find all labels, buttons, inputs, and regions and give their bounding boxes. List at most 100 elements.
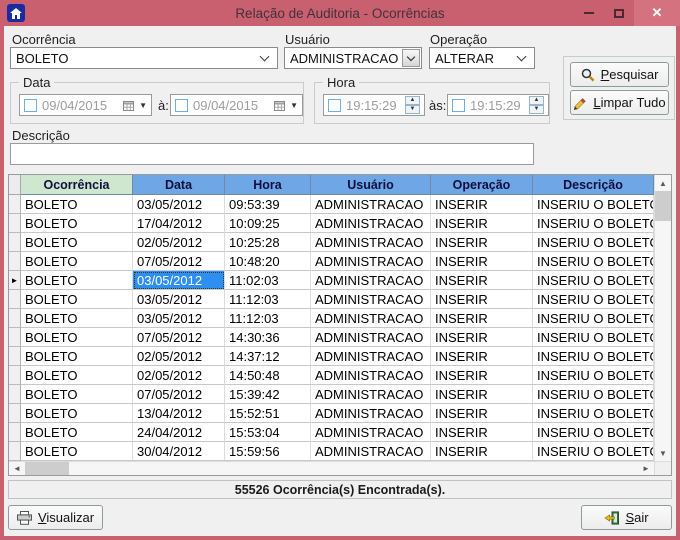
table-row[interactable]: BOLETO03/05/201211:12:03ADMINISTRACAOINS… xyxy=(9,309,654,328)
cell[interactable]: BOLETO xyxy=(21,328,133,347)
cell[interactable]: ADMINISTRACAO xyxy=(311,404,431,423)
operacao-select[interactable]: ALTERAR xyxy=(429,47,535,69)
cell[interactable]: 17/04/2012 xyxy=(133,214,225,233)
cell[interactable]: 10:48:20 xyxy=(225,252,311,271)
table-row[interactable]: BOLETO03/05/201211:12:03ADMINISTRACAOINS… xyxy=(9,290,654,309)
table-row[interactable]: BOLETO02/05/201214:50:48ADMINISTRACAOINS… xyxy=(9,366,654,385)
cell[interactable]: ADMINISTRACAO xyxy=(311,423,431,442)
cell[interactable]: INSERIR xyxy=(431,347,533,366)
cell[interactable]: ADMINISTRACAO xyxy=(311,252,431,271)
cell[interactable]: INSERIU O BOLETO xyxy=(533,328,654,347)
cell[interactable]: 07/05/2012 xyxy=(133,385,225,404)
cell[interactable]: BOLETO xyxy=(21,385,133,404)
cell[interactable]: INSERIR xyxy=(431,309,533,328)
cell[interactable]: INSERIR xyxy=(431,252,533,271)
horizontal-scrollbar[interactable]: ◄ ► xyxy=(9,461,671,475)
cell[interactable]: 14:30:36 xyxy=(225,328,311,347)
column-header-6[interactable]: Descrição xyxy=(533,175,654,195)
cell[interactable]: INSERIU O BOLETO xyxy=(533,423,654,442)
cell[interactable]: ADMINISTRACAO xyxy=(311,233,431,252)
cell[interactable]: ADMINISTRACAO xyxy=(311,366,431,385)
column-header-3[interactable]: Hora xyxy=(225,175,311,195)
cell[interactable]: INSERIR xyxy=(431,195,533,214)
cell[interactable]: 15:52:51 xyxy=(225,404,311,423)
table-row[interactable]: BOLETO30/04/201215:59:56ADMINISTRACAOINS… xyxy=(9,442,654,461)
table-row[interactable]: BOLETO02/05/201214:37:12ADMINISTRACAOINS… xyxy=(9,347,654,366)
hora-from-picker[interactable]: 19:15:29 ▲▼ xyxy=(323,94,425,116)
cell[interactable]: 15:53:04 xyxy=(225,423,311,442)
cell[interactable]: ADMINISTRACAO xyxy=(311,442,431,461)
hora-to-checkbox[interactable] xyxy=(452,99,465,112)
cell[interactable]: 14:37:12 xyxy=(225,347,311,366)
cell[interactable]: ADMINISTRACAO xyxy=(311,271,431,290)
hora-from-checkbox[interactable] xyxy=(328,99,341,112)
data-to-checkbox[interactable] xyxy=(175,99,188,112)
column-header-4[interactable]: Usuário xyxy=(311,175,431,195)
cell[interactable]: ADMINISTRACAO xyxy=(311,328,431,347)
cell[interactable]: INSERIR xyxy=(431,271,533,290)
horizontal-scroll-thumb[interactable] xyxy=(25,462,69,475)
usuario-select[interactable]: ADMINISTRACAO xyxy=(284,47,422,69)
sair-button[interactable]: Sair xyxy=(581,505,672,530)
usuario-dropdown-button[interactable] xyxy=(402,49,420,67)
cell[interactable]: INSERIU O BOLETO xyxy=(533,290,654,309)
cell[interactable]: INSERIU O BOLETO xyxy=(533,385,654,404)
scroll-down-icon[interactable]: ▼ xyxy=(655,445,671,461)
cell[interactable]: INSERIU O BOLETO xyxy=(533,404,654,423)
close-button[interactable]: ✕ xyxy=(634,0,680,26)
data-to-picker[interactable]: 09/04/2015 ▼ xyxy=(170,94,303,116)
cell[interactable]: INSERIR xyxy=(431,404,533,423)
descricao-input[interactable] xyxy=(10,143,534,165)
cell[interactable]: 30/04/2012 xyxy=(133,442,225,461)
cell[interactable]: INSERIR xyxy=(431,214,533,233)
vertical-scrollbar[interactable]: ▲ ▼ xyxy=(654,175,671,461)
data-from-checkbox[interactable] xyxy=(24,99,37,112)
cell[interactable]: BOLETO xyxy=(21,290,133,309)
column-header-5[interactable]: Operação xyxy=(431,175,533,195)
table-row[interactable]: BOLETO02/05/201210:25:28ADMINISTRACAOINS… xyxy=(9,233,654,252)
cell[interactable]: 07/05/2012 xyxy=(133,252,225,271)
table-row[interactable]: BOLETO03/05/201209:53:39ADMINISTRACAOINS… xyxy=(9,195,654,214)
table-row[interactable]: ►BOLETO03/05/201211:02:03ADMINISTRACAOIN… xyxy=(9,271,654,290)
cell[interactable]: 03/05/2012 xyxy=(133,309,225,328)
data-from-picker[interactable]: 09/04/2015 ▼ xyxy=(19,94,152,116)
table-row[interactable]: BOLETO24/04/201215:53:04ADMINISTRACAOINS… xyxy=(9,423,654,442)
scroll-up-icon[interactable]: ▲ xyxy=(655,175,671,191)
cell[interactable]: 10:25:28 xyxy=(225,233,311,252)
cell[interactable]: INSERIR xyxy=(431,290,533,309)
limpar-tudo-button[interactable]: Limpar Tudo xyxy=(570,90,669,115)
cell[interactable]: INSERIR xyxy=(431,442,533,461)
cell[interactable]: 15:39:42 xyxy=(225,385,311,404)
scroll-right-icon[interactable]: ► xyxy=(638,462,654,475)
table-row[interactable]: BOLETO07/05/201214:30:36ADMINISTRACAOINS… xyxy=(9,328,654,347)
cell[interactable]: INSERIR xyxy=(431,233,533,252)
cell[interactable]: 11:02:03 xyxy=(225,271,311,290)
cell[interactable]: 02/05/2012 xyxy=(133,366,225,385)
cell[interactable]: BOLETO xyxy=(21,366,133,385)
ocorrencia-select[interactable]: BOLETO xyxy=(10,47,278,69)
cell[interactable]: 13/04/2012 xyxy=(133,404,225,423)
cell[interactable]: BOLETO xyxy=(21,347,133,366)
cell[interactable]: INSERIU O BOLETO xyxy=(533,347,654,366)
spinner-icon[interactable]: ▲▼ xyxy=(529,96,544,114)
scroll-left-icon[interactable]: ◄ xyxy=(9,462,25,475)
visualizar-button[interactable]: Visualizar xyxy=(8,505,103,530)
cell[interactable]: INSERIR xyxy=(431,366,533,385)
cell[interactable]: BOLETO xyxy=(21,195,133,214)
cell[interactable]: INSERIU O BOLETO xyxy=(533,366,654,385)
cell[interactable]: 10:09:25 xyxy=(225,214,311,233)
table-row[interactable]: BOLETO07/05/201215:39:42ADMINISTRACAOINS… xyxy=(9,385,654,404)
cell[interactable]: BOLETO xyxy=(21,271,133,290)
table-row[interactable]: BOLETO13/04/201215:52:51ADMINISTRACAOINS… xyxy=(9,404,654,423)
cell[interactable]: 03/05/2012 xyxy=(133,290,225,309)
cell[interactable]: BOLETO xyxy=(21,423,133,442)
cell[interactable]: 14:50:48 xyxy=(225,366,311,385)
cell[interactable]: 02/05/2012 xyxy=(133,347,225,366)
cell[interactable]: INSERIU O BOLETO xyxy=(533,442,654,461)
cell[interactable]: BOLETO xyxy=(21,309,133,328)
hora-to-picker[interactable]: 19:15:29 ▲▼ xyxy=(447,94,549,116)
cell[interactable]: 11:12:03 xyxy=(225,290,311,309)
cell[interactable]: 09:53:39 xyxy=(225,195,311,214)
cell[interactable]: INSERIU O BOLETO xyxy=(533,252,654,271)
cell[interactable]: INSERIR xyxy=(431,385,533,404)
